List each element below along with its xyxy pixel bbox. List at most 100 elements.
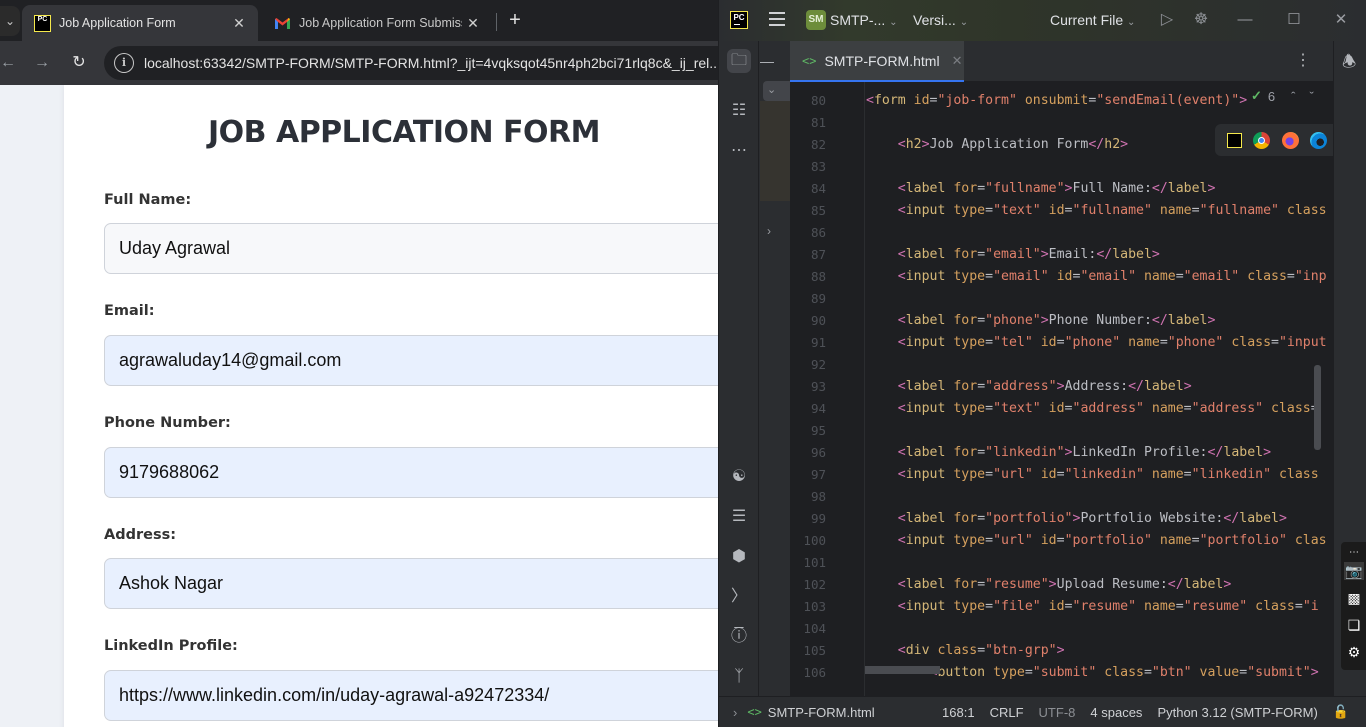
- linkedin-label: LinkedIn Profile:: [104, 638, 238, 654]
- browser-toolbar: ← → ↻ i localhost:63342/SMTP-FORM/SMTP-F…: [0, 41, 720, 85]
- code-line[interactable]: 102 <label for="resume">Upload Resume:</…: [790, 574, 1333, 596]
- git-icon[interactable]: ᛉ: [727, 665, 751, 689]
- settings-gear-icon[interactable]: ⚙: [1344, 643, 1364, 661]
- new-tab-button[interactable]: +: [505, 8, 525, 32]
- previous-highlight-icon[interactable]: ˆ: [1291, 89, 1295, 104]
- code-line[interactable]: 84 <label for="fullname">Full Name:</lab…: [790, 178, 1333, 200]
- code-line[interactable]: 91 <input type="tel" id="phone" name="ph…: [790, 332, 1333, 354]
- code-line[interactable]: 86: [790, 222, 1333, 244]
- code-line[interactable]: 101: [790, 552, 1333, 574]
- notifications-bell-icon[interactable]: 🕭: [1342, 51, 1356, 78]
- minimize-button[interactable]: —: [1235, 10, 1255, 30]
- code-line[interactable]: 98: [790, 486, 1333, 508]
- camera-icon[interactable]: 📷: [1344, 562, 1364, 580]
- vcs-widget[interactable]: Versi... ⌄: [913, 12, 968, 28]
- close-window-button[interactable]: ✕: [1331, 10, 1351, 30]
- debug-icon[interactable]: ☸: [1191, 10, 1211, 30]
- forward-button[interactable]: →: [30, 51, 54, 75]
- code-line[interactable]: 96 <label for="linkedin">LinkedIn Profil…: [790, 442, 1333, 464]
- code-text: <label for="address">Address:</label>: [897, 379, 1192, 394]
- chrome-icon[interactable]: [1253, 131, 1271, 149]
- video-camera-icon[interactable]: ▩: [1344, 589, 1364, 607]
- problems-icon[interactable]: ⓘ: [727, 625, 751, 649]
- line-separator[interactable]: CRLF: [990, 705, 1024, 720]
- services-icon[interactable]: ⬢: [727, 545, 751, 569]
- run-config-selector[interactable]: Current File ⌄: [1050, 12, 1135, 28]
- code-line[interactable]: 88 <input type="email" id="email" name="…: [790, 266, 1333, 288]
- editor-tab-smtp-form[interactable]: <> SMTP-FORM.html ✕: [790, 41, 964, 82]
- code-line[interactable]: 83: [790, 156, 1333, 178]
- collapse-pane-icon[interactable]: —: [760, 53, 774, 69]
- caret-position[interactable]: 168:1: [942, 705, 975, 720]
- breadcrumb[interactable]: › <> SMTP-FORM.html: [733, 705, 942, 720]
- code-line[interactable]: 100 <input type="url" id="portfolio" nam…: [790, 530, 1333, 552]
- chevron-right-icon[interactable]: ›: [767, 224, 771, 238]
- editor-tabs: — <> SMTP-FORM.html ✕: [760, 41, 1333, 82]
- indent-setting[interactable]: 4 spaces: [1090, 705, 1142, 720]
- code-text: <label for="linkedin">LinkedIn Profile:<…: [897, 445, 1272, 460]
- line-number: 89: [810, 291, 826, 306]
- maximize-button[interactable]: ☐: [1284, 10, 1304, 30]
- address-bar[interactable]: i localhost:63342/SMTP-FORM/SMTP-FORM.ht…: [104, 46, 720, 80]
- code-line[interactable]: 89: [790, 288, 1333, 310]
- firefox-icon[interactable]: [1281, 131, 1299, 149]
- read-only-lock-icon[interactable]: 🔓: [1333, 704, 1349, 720]
- url-text[interactable]: localhost:63342/SMTP-FORM/SMTP-FORM.html…: [144, 55, 720, 71]
- breadcrumb-file[interactable]: SMTP-FORM.html: [768, 705, 875, 720]
- line-number: 92: [810, 357, 826, 372]
- line-number: 91: [810, 335, 826, 350]
- main-menu-icon[interactable]: [769, 12, 785, 26]
- line-number: 101: [803, 555, 826, 570]
- tab-options-icon[interactable]: ⋮: [1295, 50, 1311, 70]
- code-line[interactable]: 85 <input type="text" id="fullname" name…: [790, 200, 1333, 222]
- file-encoding[interactable]: UTF-8: [1039, 705, 1076, 720]
- project-folder-icon[interactable]: 🗀: [727, 49, 751, 73]
- line-number: 81: [810, 115, 826, 130]
- address-input[interactable]: Ashok Nagar: [104, 558, 720, 609]
- vertical-scrollbar[interactable]: [1314, 365, 1321, 450]
- window-capture-icon[interactable]: ❏: [1344, 616, 1364, 634]
- linkedin-input[interactable]: https://www.linkedin.com/in/uday-agrawal…: [104, 670, 720, 721]
- code-line[interactable]: 93 <label for="address">Address:</label>: [790, 376, 1333, 398]
- next-highlight-icon[interactable]: ˇ: [1309, 89, 1313, 104]
- line-number: 82: [810, 137, 826, 152]
- fullname-input[interactable]: Uday Agrawal: [104, 223, 720, 274]
- code-line[interactable]: 94 <input type="text" id="address" name=…: [790, 398, 1333, 420]
- run-icon[interactable]: ▷: [1157, 10, 1177, 30]
- code-line[interactable]: 95: [790, 420, 1333, 442]
- horizontal-scrollbar[interactable]: [865, 666, 940, 674]
- overlay-more-icon[interactable]: ⋯: [1344, 544, 1364, 562]
- code-editor[interactable]: 80 <form id="job-form" onsubmit="sendEmai…: [790, 82, 1333, 696]
- python-packages-icon[interactable]: ☰: [727, 505, 751, 529]
- tab-job-application-form[interactable]: PC Job Application Form ✕: [22, 5, 258, 41]
- back-button[interactable]: ←: [0, 51, 20, 75]
- more-tools-icon[interactable]: ⋯: [727, 139, 751, 163]
- chevron-down-icon[interactable]: ⌄: [767, 83, 776, 96]
- code-line[interactable]: 90 <label for="phone">Phone Number:</lab…: [790, 310, 1333, 332]
- project-badge[interactable]: SM: [806, 10, 826, 30]
- reload-button[interactable]: ↻: [67, 51, 91, 75]
- code-line[interactable]: 87 <label for="email">Email:</label>: [790, 244, 1333, 266]
- phone-input[interactable]: 9179688062: [104, 447, 720, 498]
- tab-search-button[interactable]: ⌄: [0, 6, 20, 36]
- close-tab-icon[interactable]: ✕: [952, 53, 963, 69]
- edge-icon[interactable]: [1310, 131, 1328, 149]
- email-input[interactable]: agrawaluday14@gmail.com: [104, 335, 720, 386]
- inspection-widget[interactable]: ✓ 6 ˆ ˇ: [1251, 88, 1314, 104]
- code-line[interactable]: 97 <input type="url" id="linkedin" name=…: [790, 464, 1333, 486]
- python-console-icon[interactable]: ☯: [727, 465, 751, 489]
- python-interpreter[interactable]: Python 3.12 (SMTP-FORM): [1157, 705, 1317, 720]
- close-tab-icon[interactable]: ✕: [462, 15, 484, 32]
- code-line[interactable]: 99 <label for="portfolio">Portfolio Webs…: [790, 508, 1333, 530]
- close-tab-icon[interactable]: ✕: [228, 15, 250, 32]
- project-widget[interactable]: SMTP-... ⌄: [830, 12, 898, 28]
- terminal-icon[interactable]: 〉_: [727, 585, 751, 629]
- pycharm-browser-icon[interactable]: [1226, 132, 1242, 148]
- code-line[interactable]: 105 <div class="btn-grp">: [790, 640, 1333, 662]
- tab-gmail[interactable]: Job Application Form Submissio ✕: [262, 5, 492, 41]
- code-line[interactable]: 92: [790, 354, 1333, 376]
- code-line[interactable]: 104: [790, 618, 1333, 640]
- code-line[interactable]: 103 <input type="file" id="resume" name=…: [790, 596, 1333, 618]
- site-info-icon[interactable]: i: [114, 53, 134, 73]
- structure-icon[interactable]: ☷: [727, 99, 751, 123]
